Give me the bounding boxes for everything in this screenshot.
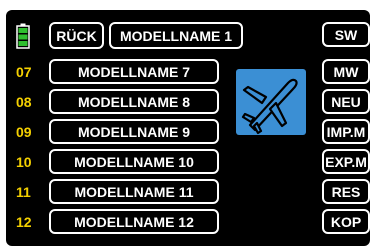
export-model-button[interactable]: EXP.M — [322, 149, 370, 174]
mw-button[interactable]: MW — [322, 59, 370, 84]
model-slot-button[interactable]: MODELLNAME 9 — [49, 119, 219, 144]
model-slot-button[interactable]: MODELLNAME 10 — [49, 149, 219, 174]
copy-button[interactable]: KOP — [322, 209, 370, 234]
transmitter-screen: RÜCK MODELLNAME 1 07 MODELLNAME 7 08 MOD… — [6, 10, 370, 246]
slot-number: 10 — [16, 153, 32, 170]
model-slot-button[interactable]: MODELLNAME 7 — [49, 59, 219, 84]
slot-number: 09 — [16, 123, 32, 140]
airplane-icon — [236, 69, 306, 135]
battery-icon — [16, 23, 30, 49]
new-button[interactable]: NEU — [322, 89, 370, 114]
current-model-name[interactable]: MODELLNAME 1 — [109, 22, 243, 49]
slot-number: 07 — [16, 63, 32, 80]
model-slot-button[interactable]: MODELLNAME 12 — [49, 209, 219, 234]
slot-number: 11 — [16, 183, 31, 200]
slot-number: 08 — [16, 93, 32, 110]
model-slot-button[interactable]: MODELLNAME 8 — [49, 89, 219, 114]
sw-button[interactable]: SW — [322, 22, 370, 47]
slot-number: 12 — [16, 213, 32, 230]
model-slot-button[interactable]: MODELLNAME 11 — [49, 179, 219, 204]
back-button[interactable]: RÜCK — [49, 22, 104, 49]
reset-button[interactable]: RES — [322, 179, 370, 204]
import-model-button[interactable]: IMP.M — [322, 119, 370, 144]
